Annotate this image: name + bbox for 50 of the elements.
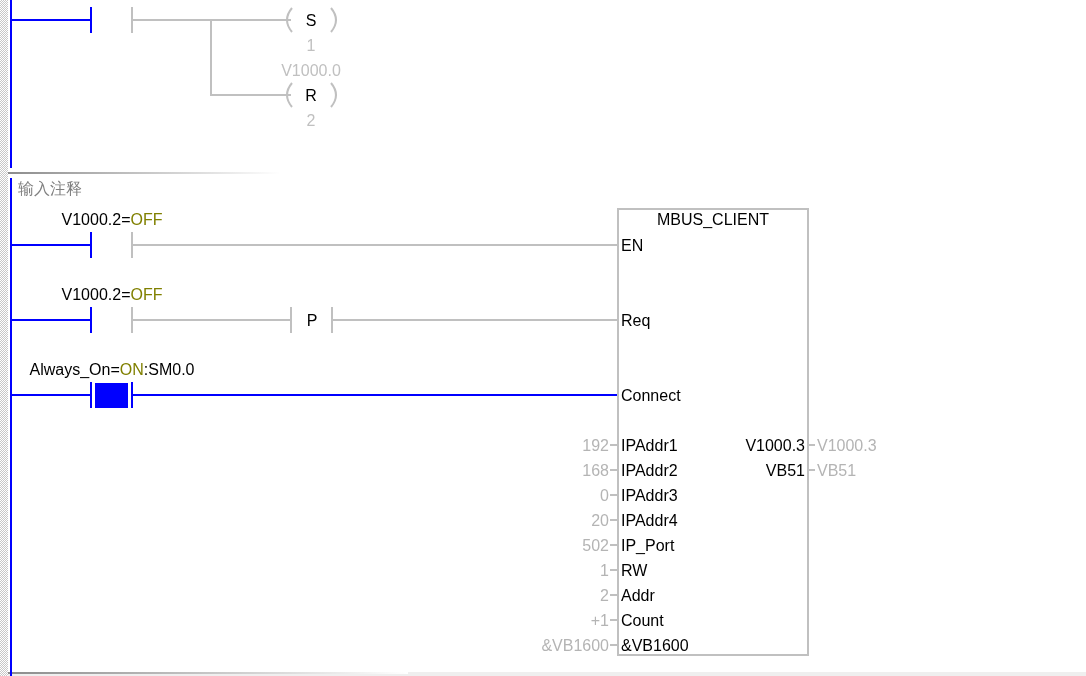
coil-type: R bbox=[305, 87, 317, 104]
pin-label: Addr bbox=[621, 587, 655, 604]
pin-line bbox=[808, 444, 816, 446]
pin-line bbox=[609, 469, 618, 471]
pin-value: 502 bbox=[582, 537, 609, 554]
pin-line bbox=[609, 594, 618, 596]
pin-value: VB51 bbox=[817, 462, 857, 479]
pin-label: V1000.3 bbox=[745, 437, 805, 454]
contact-label: V1000.2=OFF bbox=[61, 211, 163, 228]
pin-line bbox=[609, 569, 618, 571]
pin-label: IPAddr4 bbox=[621, 512, 678, 529]
pin-value: 192 bbox=[582, 437, 609, 454]
pin-label: Req bbox=[621, 312, 651, 329]
pin-label: IPAddr1 bbox=[621, 437, 678, 454]
coil-count: 1 bbox=[306, 37, 316, 54]
pin-label: EN bbox=[621, 237, 644, 254]
pin-label: RW bbox=[621, 562, 648, 579]
pin-line bbox=[609, 544, 618, 546]
pin-value: 168 bbox=[582, 462, 609, 479]
coil-type: S bbox=[305, 12, 317, 29]
pin-line bbox=[609, 644, 618, 646]
pin-line bbox=[808, 469, 816, 471]
pin-label: IP_Port bbox=[621, 537, 675, 554]
contact-label: V1000.2=OFF bbox=[61, 286, 163, 303]
pin-line bbox=[609, 519, 618, 521]
pin-line bbox=[609, 619, 618, 621]
contact-label: Always_On=ON:SM0.0 bbox=[29, 361, 195, 378]
pin-value: +1 bbox=[590, 612, 609, 629]
pin-line bbox=[609, 444, 618, 446]
pin-value: 2 bbox=[600, 587, 609, 604]
coil-symbol bbox=[286, 82, 337, 108]
network-comment: 输入注释 bbox=[18, 180, 82, 197]
pin-value: &VB1600 bbox=[541, 637, 609, 654]
pin-value: 1 bbox=[600, 562, 609, 579]
pin-label: Count bbox=[621, 612, 664, 629]
transition-letter: P bbox=[306, 312, 318, 329]
pin-label: VB51 bbox=[765, 462, 805, 479]
pin-value: 20 bbox=[591, 512, 609, 529]
transition-contact bbox=[290, 307, 333, 333]
pin-label: &VB1600 bbox=[621, 637, 689, 654]
pin-label: IPAddr2 bbox=[621, 462, 678, 479]
pin-value: V1000.3 bbox=[817, 437, 877, 454]
pin-label: Connect bbox=[621, 387, 681, 404]
coil-operand: V1000.0 bbox=[281, 62, 341, 79]
pin-line bbox=[609, 494, 618, 496]
pin-value: 0 bbox=[600, 487, 609, 504]
pin-label: IPAddr3 bbox=[621, 487, 678, 504]
coil-symbol bbox=[286, 7, 337, 33]
coil-count: 2 bbox=[306, 112, 316, 129]
block-title: MBUS_CLIENT bbox=[657, 211, 769, 228]
